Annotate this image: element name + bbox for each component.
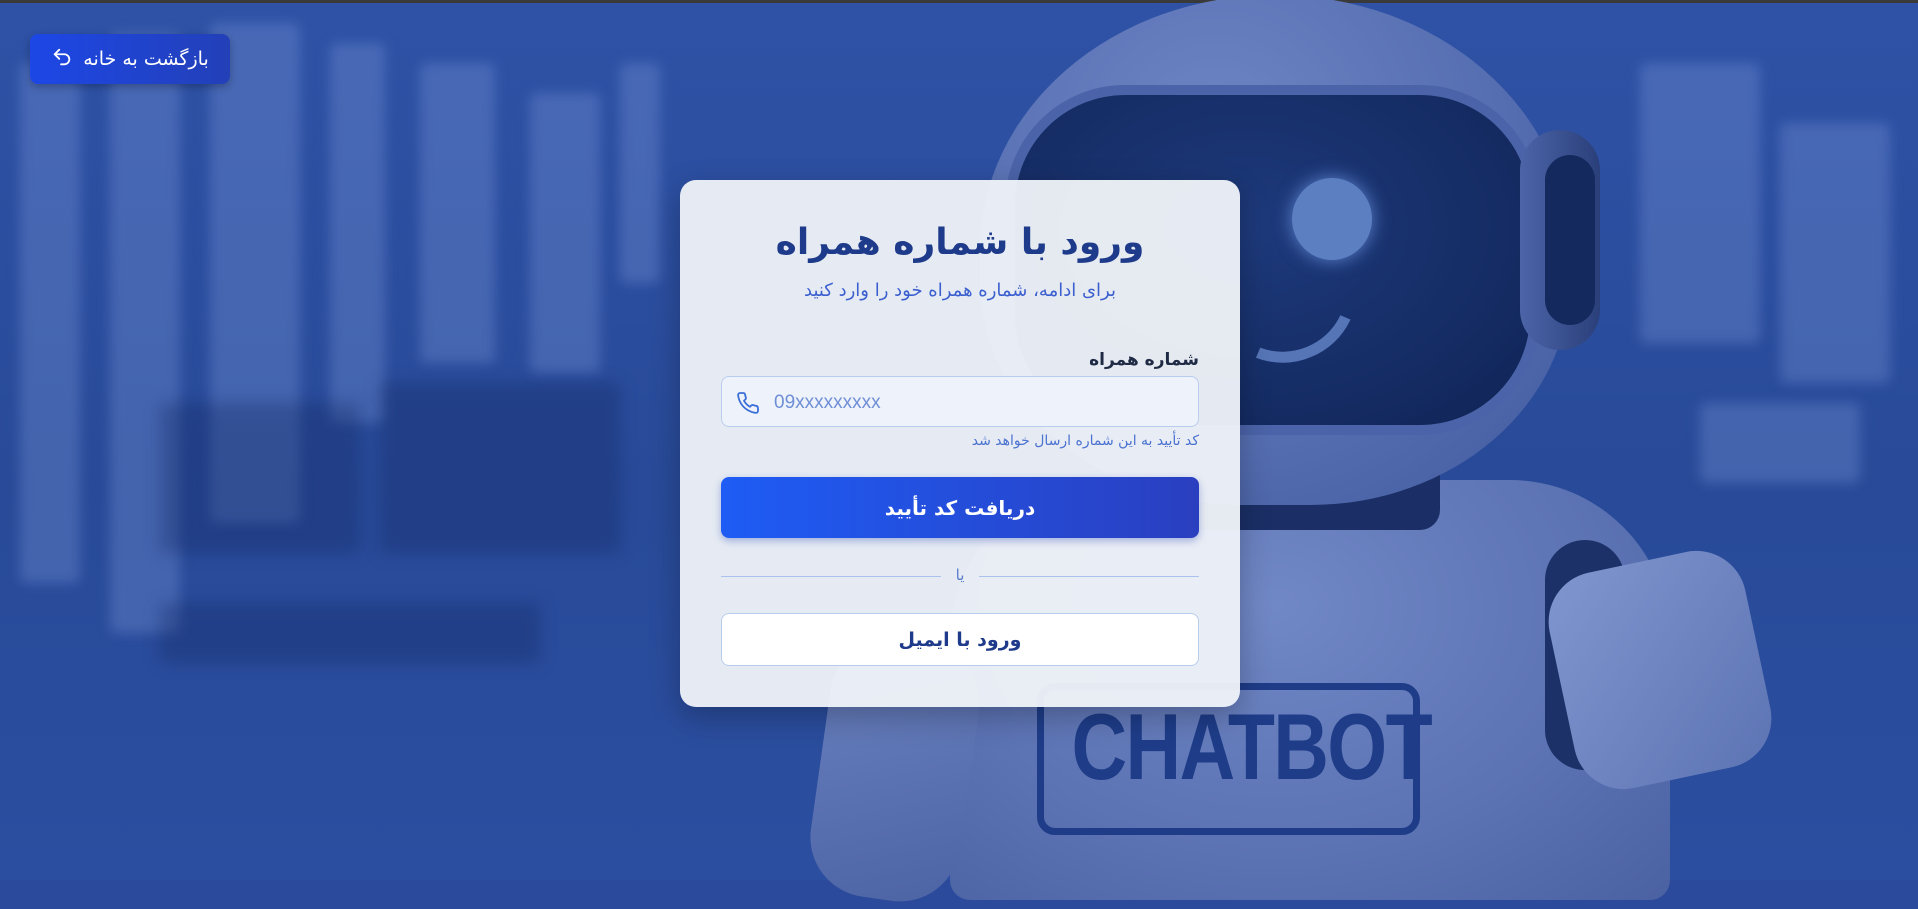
- email-login-button[interactable]: ورود با ایمیل: [721, 613, 1199, 666]
- phone-field-label: شماره همراه: [1089, 350, 1199, 370]
- phone-input[interactable]: [772, 377, 1186, 428]
- back-to-home-button[interactable]: بازگشت به خانه: [30, 34, 230, 84]
- page-subtitle: برای ادامه، شماره همراه خود را وارد کنید: [804, 280, 1116, 301]
- phone-input-wrapper: [721, 376, 1199, 428]
- back-to-home-label: بازگشت به خانه: [83, 48, 209, 70]
- phone-hint: کد تأیید به این شماره ارسال خواهد شد: [971, 433, 1199, 449]
- divider-label: یا: [955, 566, 965, 584]
- page-title: ورود با شماره همراه: [775, 222, 1145, 263]
- get-verification-code-button[interactable]: دریافت کد تأیید: [721, 477, 1199, 538]
- robot-ear-inner: [1545, 155, 1595, 325]
- login-card: ورود با شماره همراه برای ادامه، شماره هم…: [680, 180, 1240, 707]
- undo-arrow-icon: [51, 46, 73, 72]
- robot-name-plate-text: CHATBOT: [1071, 694, 1432, 799]
- or-divider: یا: [721, 566, 1199, 586]
